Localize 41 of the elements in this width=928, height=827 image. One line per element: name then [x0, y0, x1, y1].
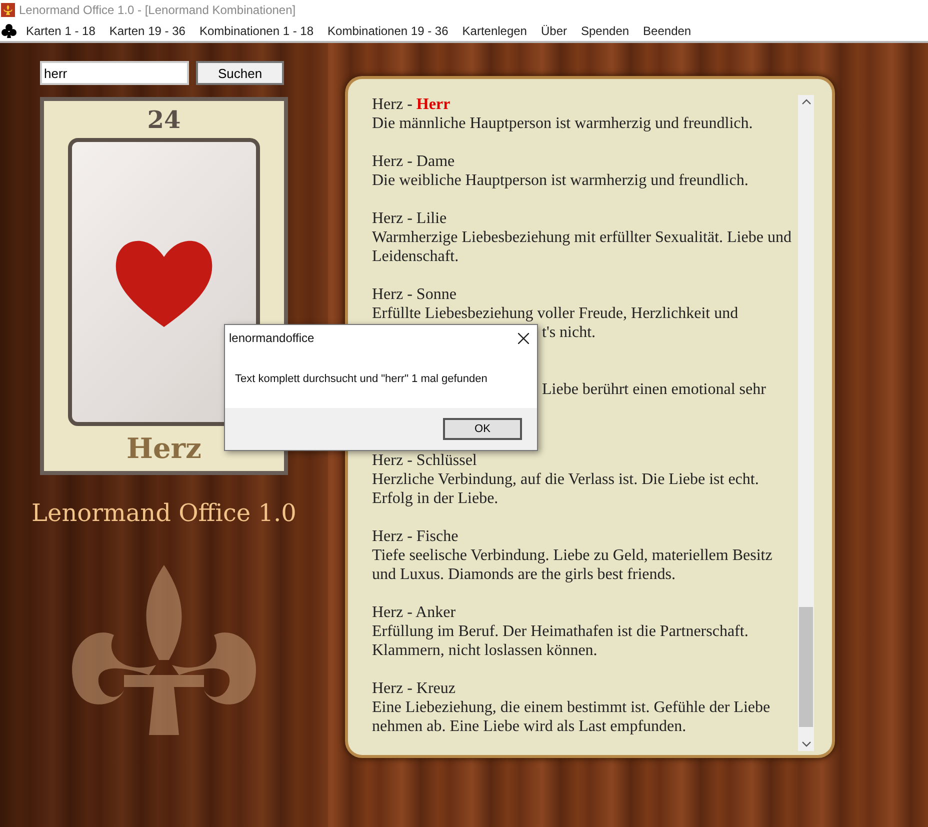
combination-text: Eine Liebeziehung, die einem bestimmt ist. Gefühle der Liebe nehmen ab. Eine Liebe wird als Last empfunden.: [372, 698, 772, 736]
card-name: Herz: [126, 432, 202, 465]
menu-item[interactable]: Kombinationen 19 - 36: [320, 24, 456, 38]
combination-text: Die männliche Hauptperson ist warmherzig und freundlich.: [372, 114, 754, 133]
menu-item[interactable]: Über: [534, 24, 574, 38]
app-logo-text: Lenormand Office 1.0: [32, 499, 296, 527]
combination-title: Herz - Sonne: [372, 285, 458, 304]
card-number: 24: [147, 105, 181, 134]
combination-text: Erfüllte Liebesbeziehung voller Freude, Herzlichkeit und: [372, 304, 740, 323]
scrollbar-thumb[interactable]: [799, 607, 813, 727]
combination-title: Herz - Kreuz: [372, 679, 456, 698]
combination-title: Herz - Anker: [372, 603, 457, 622]
dialog-title: lenormandoffice: [229, 331, 314, 345]
menu-item[interactable]: Kombinationen 1 - 18: [192, 24, 321, 38]
combination-text: Warmherzige Liebesbeziehung mit erfüllter Sexualität. Liebe und Leidenschaft.: [372, 228, 792, 266]
dialog-message: Text komplett durchsucht und "herr" 1 mal gefunden: [235, 373, 488, 385]
combination-title: Herz - Lilie: [372, 209, 448, 228]
close-icon[interactable]: [518, 332, 529, 344]
combination-text: t's nicht.: [542, 323, 597, 342]
combination-text: Die weibliche Hauptperson ist warmherzig und freundlich.: [372, 171, 750, 190]
combination-text: Herzliche Verbindung, auf die Verlass ist. Die Liebe ist echt. Erfolg in der Liebe.: [372, 470, 760, 508]
menu-item[interactable]: Spenden: [574, 24, 636, 38]
combination-title: Herz - Fische: [372, 527, 460, 546]
menu-item[interactable]: Karten 19 - 36: [102, 24, 192, 38]
combination-text: Erfüllung im Beruf. Der Heimathafen ist die Partnerschaft. Klammern, nicht loslassen können.: [372, 622, 750, 660]
search-field[interactable]: herr: [40, 61, 189, 85]
scroll-up-icon[interactable]: [802, 99, 810, 105]
menu-item[interactable]: Kartenlegen: [455, 24, 534, 38]
combination-title: Herz - Herr: [372, 95, 452, 114]
club-icon: [1, 22, 17, 38]
combination-text: Liebe berührt einen emotional sehr: [542, 380, 767, 399]
window-title: Lenormand Office 1.0 - [Lenormand Kombinationen]: [19, 3, 296, 17]
combination-text: Tiefe seelische Verbindung. Liebe zu Geld, materiellem Besitz und Luxus. Diamonds are the girls best friends.: [372, 546, 774, 584]
app-icon: [1, 3, 15, 17]
scroll-down-icon[interactable]: [802, 741, 810, 747]
combination-title: Herz - Schlüssel: [372, 451, 478, 470]
menu-item[interactable]: Karten 1 - 18: [19, 24, 102, 38]
menu-item[interactable]: Beenden: [636, 24, 698, 38]
combination-title: Herz - Dame: [372, 152, 456, 171]
search-button[interactable]: Suchen: [196, 61, 284, 85]
ok-button[interactable]: OK: [443, 418, 522, 440]
